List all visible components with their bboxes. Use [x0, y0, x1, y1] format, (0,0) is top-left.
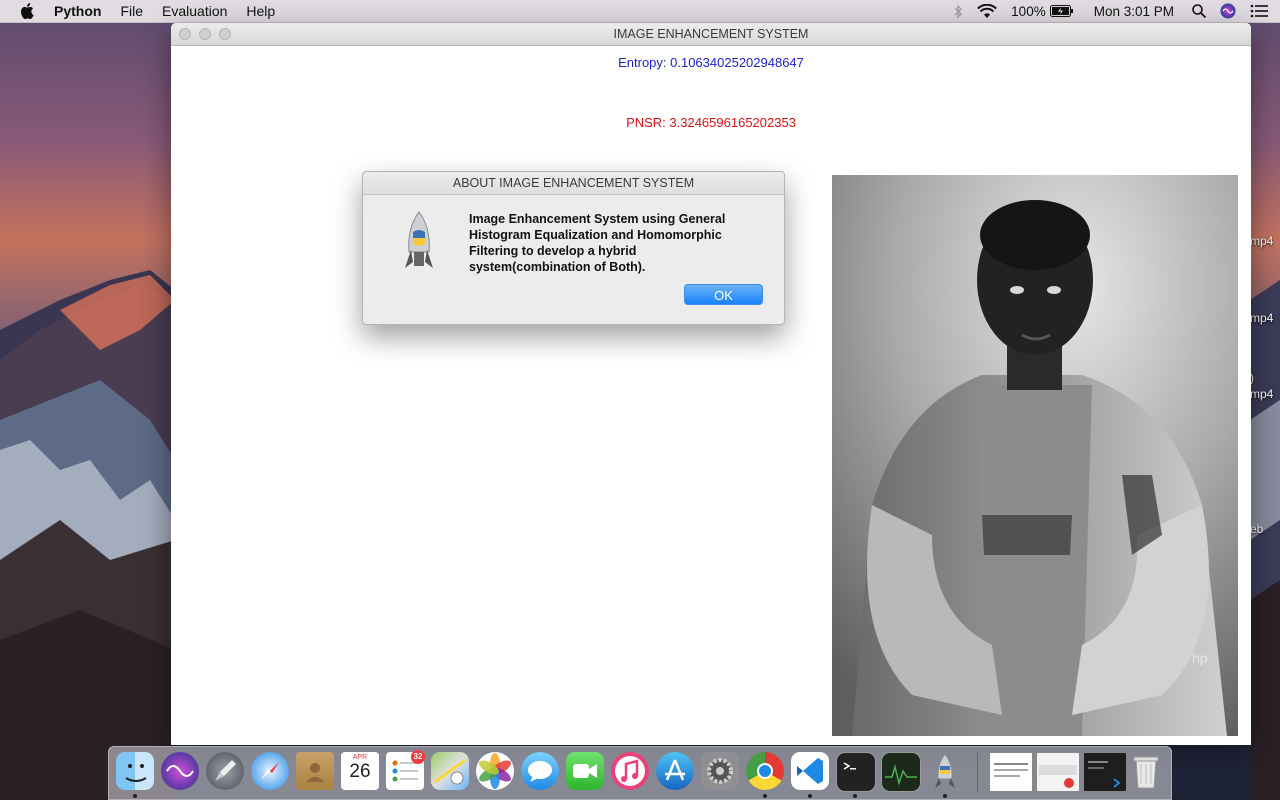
calendar-day: 26	[349, 761, 371, 782]
desktop-file-label[interactable]: eb	[1250, 522, 1263, 536]
apple-menu-icon[interactable]	[20, 3, 36, 19]
main-window: IMAGE ENHANCEMENT SYSTEM Entropy: 0.1063…	[171, 23, 1251, 745]
pnsr-label: PNSR: 3.3246596165202353	[626, 115, 796, 130]
trash-icon[interactable]	[1127, 752, 1165, 790]
battery-percent[interactable]: 100%	[1011, 4, 1046, 19]
vscode-icon[interactable]	[791, 752, 829, 790]
battery-icon[interactable]	[1049, 5, 1074, 17]
calendar-icon[interactable]: APR 26	[341, 752, 379, 790]
desktop-file-label[interactable]: mp4	[1250, 234, 1273, 248]
window-title: IMAGE ENHANCEMENT SYSTEM	[613, 27, 809, 41]
minimized-window-thumbnail[interactable]	[1083, 752, 1127, 792]
siri-icon[interactable]	[1220, 3, 1236, 19]
dialog-message: Image Enhancement System using General H…	[469, 212, 726, 274]
svg-text:hp: hp	[1192, 650, 1208, 666]
zoom-window-button[interactable]	[219, 28, 231, 40]
itunes-icon[interactable]	[611, 752, 649, 790]
spotlight-search-icon[interactable]	[1192, 4, 1206, 18]
menu-evaluation[interactable]: Evaluation	[162, 3, 227, 19]
desktop-file-label[interactable]: mp4	[1250, 311, 1273, 325]
siri-icon[interactable]	[161, 752, 199, 790]
entropy-label: Entropy: 0.10634025202948647	[618, 55, 804, 70]
menu-help[interactable]: Help	[246, 3, 275, 19]
chrome-icon[interactable]	[746, 752, 784, 790]
maps-icon[interactable]	[431, 752, 469, 790]
minimized-window-thumbnail[interactable]	[1036, 752, 1080, 792]
enhanced-image: hp	[832, 175, 1238, 736]
wifi-icon[interactable]	[977, 3, 998, 19]
reminders-badge: 32	[411, 750, 425, 764]
dialog-title[interactable]: ABOUT IMAGE ENHANCEMENT SYSTEM	[363, 172, 784, 195]
python-launcher-icon[interactable]	[926, 752, 964, 790]
minimize-window-button[interactable]	[199, 28, 211, 40]
desktop-file-label[interactable]: mp4	[1250, 387, 1273, 401]
python-launcher-icon	[403, 210, 435, 274]
clock[interactable]: Mon 3:01 PM	[1094, 4, 1174, 19]
bluetooth-icon[interactable]	[953, 4, 963, 19]
safari-icon[interactable]	[251, 752, 289, 790]
window-titlebar[interactable]: IMAGE ENHANCEMENT SYSTEM	[171, 23, 1251, 46]
activity-monitor-icon[interactable]	[881, 752, 921, 792]
ok-button[interactable]: OK	[684, 284, 763, 305]
contacts-icon[interactable]	[296, 752, 334, 790]
facetime-icon[interactable]	[566, 752, 604, 790]
status-area: 100% Mon 3:01 PM	[953, 0, 1280, 22]
launchpad-icon[interactable]	[206, 752, 244, 790]
messages-icon[interactable]	[521, 752, 559, 790]
system-preferences-icon[interactable]	[701, 752, 739, 790]
menu-app-python[interactable]: Python	[54, 3, 101, 19]
terminal-icon[interactable]	[836, 752, 876, 792]
about-dialog: ABOUT IMAGE ENHANCEMENT SYSTEM Image Enh…	[362, 171, 785, 325]
finder-icon[interactable]	[116, 752, 154, 790]
minimized-window-thumbnail[interactable]	[989, 752, 1033, 792]
traffic-lights	[179, 28, 239, 40]
notification-center-icon[interactable]	[1250, 4, 1268, 18]
menu-bar: Python File Evaluation Help 100% Mon 3:0…	[0, 0, 1280, 23]
app-store-icon[interactable]	[656, 752, 694, 790]
dock: APR 26 32	[108, 746, 1172, 800]
menu-file[interactable]: File	[120, 3, 143, 19]
calendar-month: APR	[352, 754, 368, 761]
close-window-button[interactable]	[179, 28, 191, 40]
photos-icon[interactable]	[476, 752, 514, 790]
dock-separator	[977, 753, 978, 793]
